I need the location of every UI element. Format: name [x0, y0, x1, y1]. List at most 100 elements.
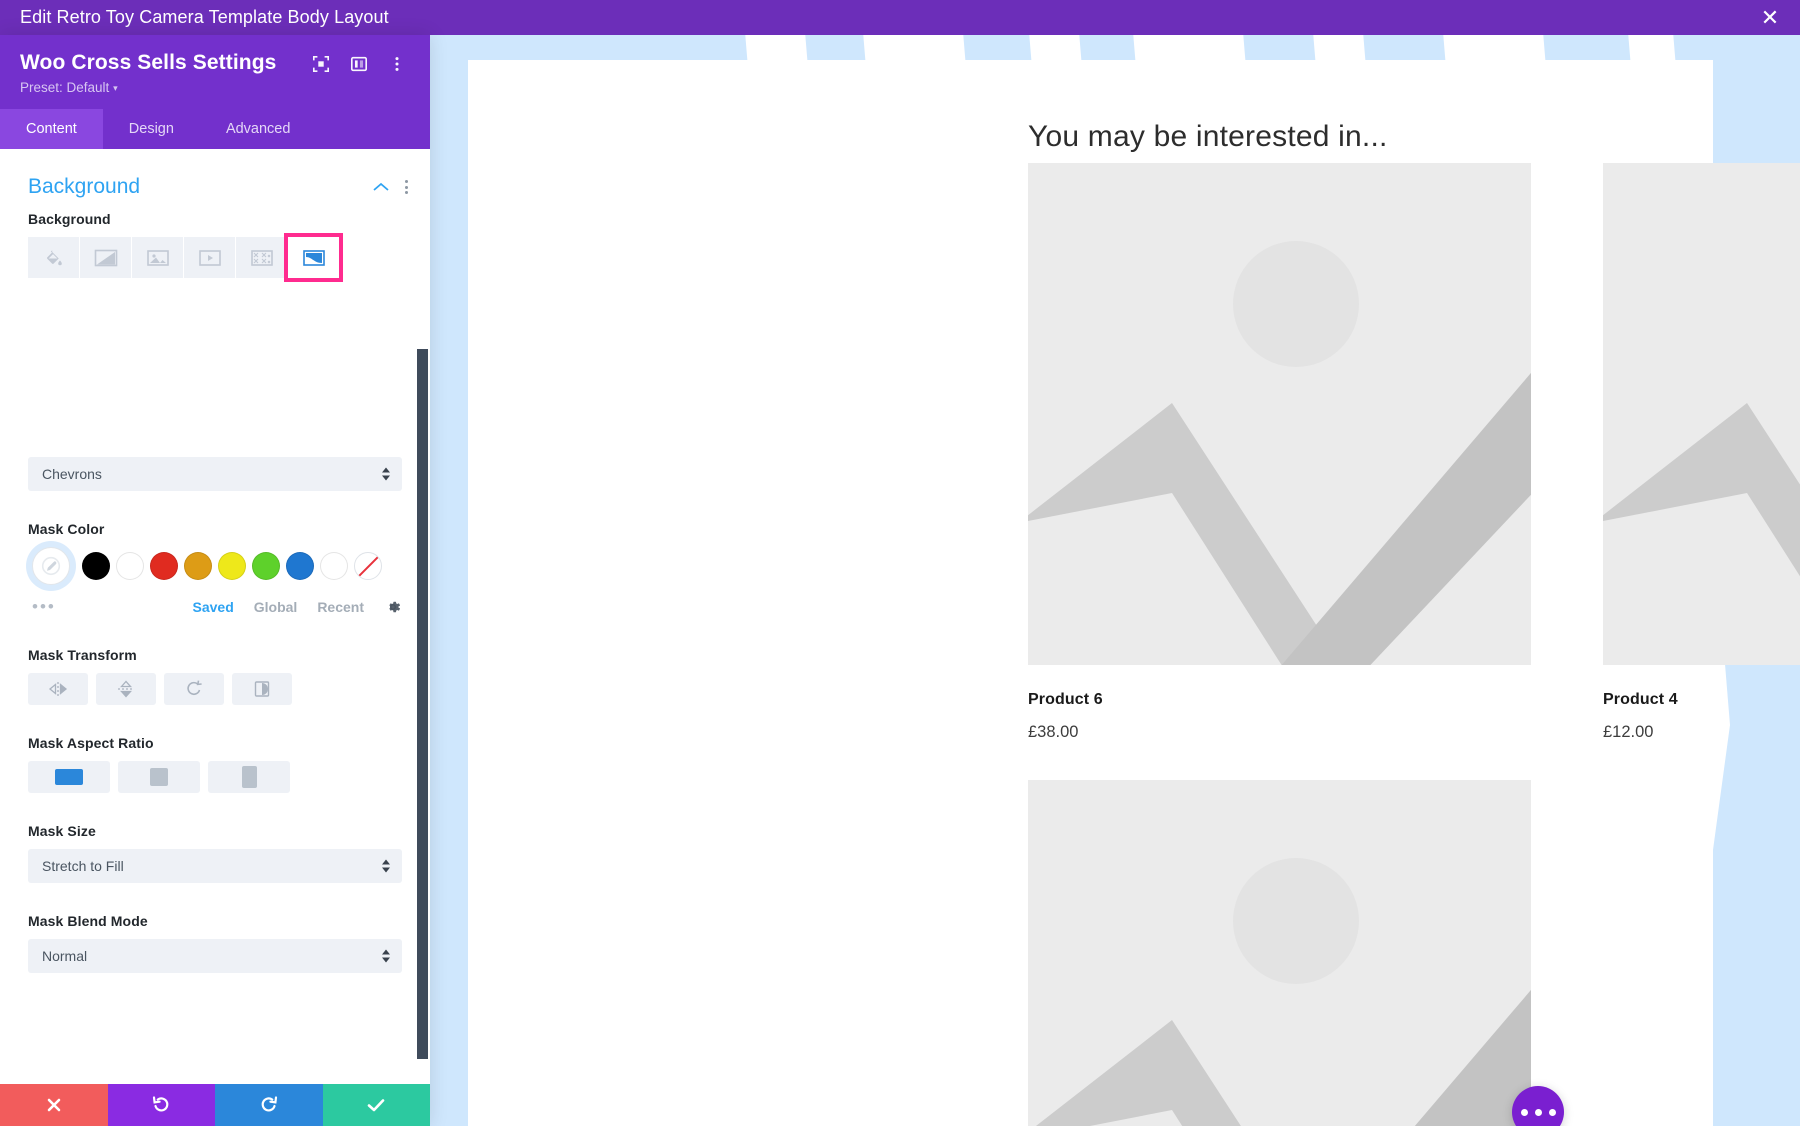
invert-icon[interactable] — [232, 673, 292, 706]
background-video-icon[interactable] — [184, 237, 235, 279]
swatch-none[interactable] — [354, 552, 382, 581]
image-placeholder-icon — [1603, 163, 1800, 665]
mask-transform-group — [28, 673, 402, 706]
product-price: £12.00 — [1603, 723, 1654, 741]
product-card[interactable]: Product 4 £12.00 — [1603, 163, 1800, 742]
swatch-white[interactable] — [116, 552, 144, 581]
color-tab-global[interactable]: Global — [254, 599, 298, 615]
swatch-yellow[interactable] — [218, 552, 246, 581]
panel-scrollbar[interactable] — [417, 349, 428, 1060]
aspect-landscape[interactable] — [28, 761, 110, 794]
three-dots-icon — [1548, 1108, 1556, 1116]
mask-size-label: Mask Size — [28, 823, 96, 840]
background-gradient-icon[interactable] — [80, 237, 131, 279]
eyedropper-glyph — [41, 556, 61, 576]
aspect-portrait[interactable] — [208, 761, 290, 794]
pattern-icon — [250, 249, 273, 266]
product-name: Product 4 — [1603, 691, 1678, 708]
mask-aspect-ratio-field: Mask Aspect Ratio — [0, 735, 430, 794]
window-titlebar: Edit Retro Toy Camera Template Body Layo… — [0, 0, 1800, 35]
image-placeholder-icon — [1028, 163, 1531, 665]
swatch-green[interactable] — [252, 552, 280, 581]
preset-selector[interactable]: Preset: Default ▾ — [20, 80, 410, 95]
gear-icon[interactable] — [384, 598, 402, 616]
product-card[interactable]: Product 6 £38.00 — [1028, 163, 1543, 742]
redo-icon — [261, 1096, 277, 1112]
preset-label: Preset: Default — [20, 80, 110, 96]
tab-design[interactable]: Design — [103, 109, 200, 149]
mask-icon — [302, 249, 325, 266]
mask-shape-select[interactable]: Chevrons — [28, 457, 402, 492]
undo-button[interactable] — [107, 1084, 215, 1126]
flip-h-glyph — [48, 682, 68, 697]
mask-size-select[interactable]: Stretch to Fill — [28, 849, 402, 884]
mask-blend-mode-label: Mask Blend Mode — [28, 913, 148, 930]
settings-panel-header: Woo Cross Sells Settings Preset: Default… — [0, 35, 430, 110]
settings-panel-body: Background Background Chevrons Mask Colo… — [0, 149, 430, 1084]
redo-button[interactable] — [215, 1084, 323, 1126]
section-options-kebab-icon[interactable] — [405, 180, 408, 195]
check-icon — [367, 1099, 385, 1112]
mask-color-field: Mask Color ••• Saved Global Recent — [0, 521, 430, 617]
chevron-up-icon[interactable] — [373, 182, 389, 192]
mask-color-tabs-row: ••• Saved Global Recent — [28, 597, 402, 617]
mask-preview-blank-area — [0, 282, 430, 457]
swatch-black[interactable] — [82, 552, 110, 581]
rotate-glyph — [187, 680, 202, 696]
product-price: £38.00 — [1028, 723, 1079, 741]
background-pattern-icon[interactable] — [236, 237, 287, 279]
image-icon — [146, 249, 169, 266]
product-name: Product 6 — [1028, 691, 1103, 708]
mask-color-swatches — [28, 547, 402, 586]
more-colors-icon[interactable]: ••• — [32, 597, 88, 617]
aspect-square[interactable] — [118, 761, 200, 794]
gradient-icon — [94, 249, 117, 266]
undo-icon — [153, 1096, 169, 1112]
product-card[interactable] — [1028, 780, 1543, 1126]
flip-vertical-icon[interactable] — [96, 673, 156, 706]
mask-size-field: Mask Size Stretch to Fill — [0, 823, 430, 884]
kebab-menu-icon[interactable] — [388, 55, 406, 73]
flip-v-glyph — [118, 680, 134, 698]
flip-horizontal-icon[interactable] — [28, 673, 88, 706]
swatch-white-2[interactable] — [320, 552, 348, 581]
rotate-icon[interactable] — [164, 673, 224, 706]
mask-aspect-ratio-group — [28, 761, 402, 794]
settings-action-bar — [0, 1084, 430, 1126]
tab-content[interactable]: Content — [0, 109, 103, 150]
close-icon[interactable]: ✕ — [1740, 0, 1800, 35]
color-tab-recent[interactable]: Recent — [317, 599, 364, 615]
background-section-header: Background — [0, 149, 430, 211]
panel-layout-icon[interactable] — [350, 55, 368, 73]
swatch-blue[interactable] — [286, 552, 314, 581]
background-type-group — [28, 233, 402, 283]
product-image-placeholder — [1603, 163, 1800, 665]
divi-builder-app: Edit Retro Toy Camera Template Body Layo… — [0, 0, 1800, 1126]
three-dots-icon — [1534, 1108, 1542, 1116]
product-image-placeholder — [1028, 163, 1531, 665]
settings-tabs: Content Design Advanced — [0, 109, 430, 150]
focus-target-icon[interactable] — [312, 55, 330, 73]
mask-transform-field: Mask Transform — [0, 647, 430, 706]
mask-aspect-ratio-label: Mask Aspect Ratio — [28, 735, 154, 752]
background-type-field: Background — [0, 211, 430, 283]
invert-glyph — [254, 681, 270, 697]
background-label: Background — [28, 211, 111, 228]
mask-blend-mode-select[interactable]: Normal — [28, 939, 402, 974]
close-icon — [47, 1098, 61, 1112]
page-title: You may be interested in... — [1028, 120, 1388, 153]
eyedropper-icon[interactable] — [32, 547, 70, 586]
swatch-red[interactable] — [150, 552, 178, 581]
color-tab-saved[interactable]: Saved — [193, 599, 234, 615]
save-button[interactable] — [322, 1084, 430, 1126]
chevron-down-icon: ▾ — [113, 83, 118, 94]
background-mask-icon[interactable] — [284, 233, 343, 283]
background-color-icon[interactable] — [28, 237, 79, 279]
settings-panel: Woo Cross Sells Settings Preset: Default… — [0, 35, 430, 1126]
background-image-icon[interactable] — [132, 237, 183, 279]
product-image-placeholder — [1028, 780, 1531, 1126]
swatch-orange[interactable] — [184, 552, 212, 581]
cancel-button[interactable] — [0, 1084, 108, 1126]
tab-advanced[interactable]: Advanced — [200, 109, 317, 149]
preview-canvas: You may be interested in... Product 6 £3… — [430, 35, 1800, 1126]
